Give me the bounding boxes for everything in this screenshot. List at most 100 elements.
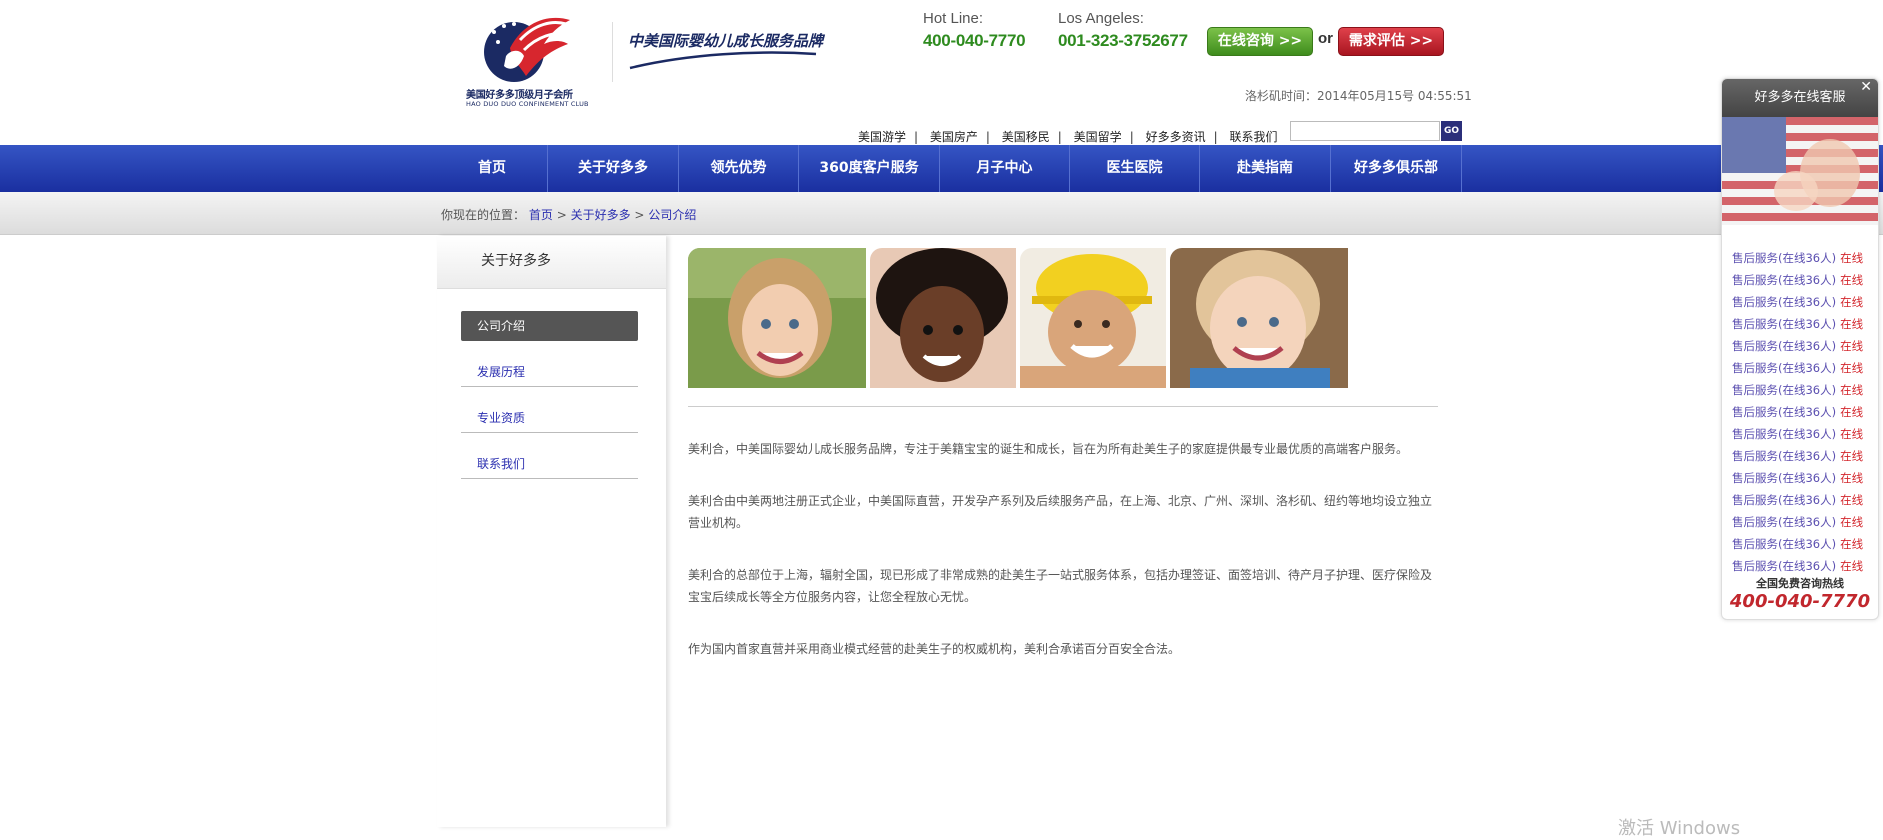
widget-service-row[interactable]: 售后服务(在线36人) 在线 (1732, 489, 1863, 511)
widget-header: 好多多在线客服 ✕ (1722, 79, 1878, 117)
content-paragraph: 作为国内首家直营并采用商业模式经营的赴美生子的权威机构，美利合承诺百分百安全合法… (688, 642, 1181, 656)
service-name[interactable]: 售后服务(在线36人) (1732, 317, 1836, 331)
service-name[interactable]: 售后服务(在线36人) (1732, 427, 1836, 441)
widget-hotline-number: 400-040-7770 (1729, 591, 1871, 612)
sidebar-item-history[interactable]: 发展历程 (461, 357, 638, 387)
breadcrumb-sep: > (634, 208, 645, 222)
content-paragraph: 美利合，中美国际婴幼儿成长服务品牌，专注于美籍宝宝的诞生和成长，旨在为所有赴美生… (688, 442, 1409, 456)
toplink-study-tour[interactable]: 美国游学 (858, 130, 906, 144)
service-name[interactable]: 售后服务(在线36人) (1732, 339, 1836, 353)
service-name[interactable]: 售后服务(在线36人) (1732, 449, 1836, 463)
logo-en-text: HAO DUO DUO CONFINEMENT CLUB (466, 100, 589, 108)
widget-service-row[interactable]: 售后服务(在线36人) 在线 (1732, 313, 1863, 335)
nav-customer-service[interactable]: 360度客户服务 (799, 145, 940, 192)
sidebar-item-qualifications[interactable]: 专业资质 (461, 403, 638, 433)
service-name[interactable]: 售后服务(在线36人) (1732, 295, 1836, 309)
close-icon[interactable]: ✕ (1860, 79, 1872, 95)
toplink-news[interactable]: 好多多资讯 (1146, 130, 1206, 144)
link-separator: | (1057, 130, 1062, 144)
link-separator: | (985, 130, 990, 144)
service-name[interactable]: 售后服务(在线36人) (1732, 383, 1836, 397)
widget-service-row[interactable]: 售后服务(在线36人) 在线 (1732, 379, 1863, 401)
nav-advantages[interactable]: 领先优势 (679, 145, 799, 192)
widget-service-list: 售后服务(在线36人) 在线 售后服务(在线36人) 在线 售后服务(在线36人) 在… (1732, 247, 1863, 577)
us-flag-banner (1722, 117, 1878, 225)
widget-service-row[interactable]: 售后服务(在线36人) 在线 (1732, 269, 1863, 291)
needs-evaluation-button[interactable]: 需求评估 >> (1338, 27, 1444, 56)
site-logo[interactable]: 美国好多多顶级月子会所 HAO DUO DUO CONFINEMENT CLUB (466, 10, 589, 110)
link-separator: | (1129, 130, 1134, 144)
service-status: 在线 (1840, 537, 1864, 551)
widget-hotline-label: 全国免费咨询热线 (1756, 577, 1844, 590)
sidebar-item-contact[interactable]: 联系我们 (461, 449, 638, 479)
widget-service-row[interactable]: 售后服务(在线36人) 在线 (1732, 511, 1863, 533)
widget-service-row[interactable]: 售后服务(在线36人) 在线 (1732, 247, 1863, 269)
content-paragraph: 美利合的总部位于上海，辐射全国，现已形成了非常成熟的赴美生子一站式服务体系，包括… (688, 568, 1433, 604)
widget-service-row[interactable]: 售后服务(在线36人) 在线 (1732, 533, 1863, 555)
service-name[interactable]: 售后服务(在线36人) (1732, 537, 1836, 551)
la-number: 001-323-3752677 (1058, 31, 1188, 50)
service-name[interactable]: 售后服务(在线36人) (1732, 251, 1836, 265)
widget-service-row[interactable]: 售后服务(在线36人) 在线 (1732, 291, 1863, 313)
service-status: 在线 (1840, 383, 1864, 397)
child-photo-4 (1170, 248, 1348, 388)
service-status: 在线 (1840, 449, 1864, 463)
widget-service-row[interactable]: 售后服务(在线36人) 在线 (1732, 357, 1863, 379)
breadcrumb-current[interactable]: 公司介绍 (648, 208, 696, 222)
nav-home[interactable]: 首页 (437, 145, 548, 192)
hotline-block: Hot Line: 400-040-7770 (923, 10, 1026, 51)
widget-service-row[interactable]: 售后服务(在线36人) 在线 (1732, 335, 1863, 357)
service-name[interactable]: 售后服务(在线36人) (1732, 493, 1836, 507)
widget-service-row[interactable]: 售后服务(在线36人) 在线 (1732, 401, 1863, 423)
nav-about[interactable]: 关于好多多 (548, 145, 679, 192)
service-status: 在线 (1840, 339, 1864, 353)
service-status: 在线 (1840, 295, 1864, 309)
service-name[interactable]: 售后服务(在线36人) (1732, 471, 1836, 485)
widget-service-row[interactable]: 售后服务(在线36人) 在线 (1732, 423, 1863, 445)
service-status: 在线 (1840, 427, 1864, 441)
service-status: 在线 (1840, 251, 1864, 265)
child-photo-2 (870, 248, 1016, 388)
service-name[interactable]: 售后服务(在线36人) (1732, 559, 1836, 573)
service-name[interactable]: 售后服务(在线36人) (1732, 515, 1836, 529)
sidebar-item-company-intro[interactable]: 公司介绍 (461, 311, 638, 341)
service-status: 在线 (1840, 493, 1864, 507)
toplink-study-abroad[interactable]: 美国留学 (1074, 130, 1122, 144)
service-status: 在线 (1840, 471, 1864, 485)
nav-club[interactable]: 好多多俱乐部 (1331, 145, 1462, 192)
widget-service-row[interactable]: 售后服务(在线36人) 在线 (1732, 467, 1863, 489)
link-separator: | (914, 130, 919, 144)
service-status: 在线 (1840, 317, 1864, 331)
widget-service-row[interactable]: 售后服务(在线36人) 在线 (1732, 555, 1863, 577)
child-photo-3 (1020, 248, 1166, 388)
eagle-flag-emblem-icon (484, 17, 570, 82)
search-go-button[interactable]: GO (1441, 121, 1462, 141)
breadcrumb-home[interactable]: 首页 (529, 208, 553, 222)
nav-doctors-hospitals[interactable]: 医生医院 (1070, 145, 1200, 192)
service-name[interactable]: 售后服务(在线36人) (1732, 273, 1836, 287)
widget-title: 好多多在线客服 (1754, 90, 1846, 105)
la-label: Los Angeles: (1058, 10, 1144, 27)
service-name[interactable]: 售后服务(在线36人) (1732, 361, 1836, 375)
breadcrumb: 你现在的位置： 首页 > 关于好多多 > 公司介绍 (441, 206, 696, 223)
la-time-display: 洛杉矶时间：2014年05月15号 04:55:51 (1245, 89, 1472, 103)
nav-confinement-center[interactable]: 月子中心 (940, 145, 1070, 192)
service-name[interactable]: 售后服务(在线36人) (1732, 405, 1836, 419)
sidebar: 关于好多多 公司介绍 发展历程 专业资质 联系我们 (437, 236, 666, 827)
toplink-immigration[interactable]: 美国移民 (1002, 130, 1050, 144)
breadcrumb-about[interactable]: 关于好多多 (571, 208, 631, 222)
content-paragraph: 美利合由中美两地注册正式企业，中美国际直营，开发孕产系列及后续服务产品，在上海、… (688, 494, 1433, 530)
search-input[interactable] (1290, 121, 1440, 141)
online-consult-button[interactable]: 在线咨询 >> (1207, 27, 1313, 56)
nav-us-guide[interactable]: 赴美指南 (1200, 145, 1331, 192)
service-status: 在线 (1840, 273, 1864, 287)
child-photo-1 (688, 248, 866, 388)
sidebar-title: 关于好多多 (481, 253, 551, 269)
la-phone-block: Los Angeles: 001-323-3752677 (1058, 10, 1188, 51)
widget-service-row[interactable]: 售后服务(在线36人) 在线 (1732, 445, 1863, 467)
link-separator: | (1213, 130, 1218, 144)
toplink-real-estate[interactable]: 美国房产 (930, 130, 978, 144)
breadcrumb-sep: > (556, 208, 567, 222)
service-status: 在线 (1840, 361, 1864, 375)
toplink-contact[interactable]: 联系我们 (1229, 130, 1277, 144)
